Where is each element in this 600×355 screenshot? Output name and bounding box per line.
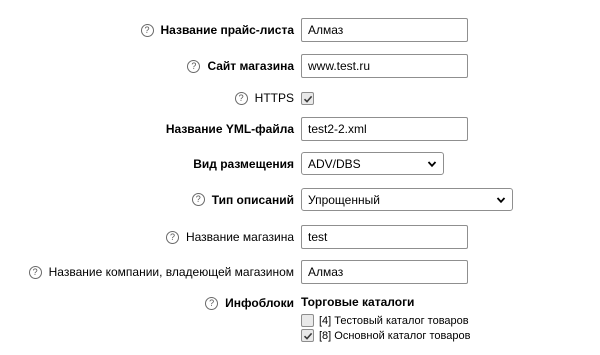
shop-name-input[interactable] [301, 225, 468, 249]
https-label: HTTPS [254, 91, 294, 105]
description-type-label-wrap: ? Тип описаний [191, 187, 294, 212]
help-icon[interactable]: ? [165, 230, 179, 244]
checkmark-icon [303, 332, 312, 340]
company-name-label-wrap: ? Название компании, владеющей магазином [28, 259, 294, 285]
company-name-input[interactable] [301, 260, 468, 284]
placement-type-row: Вид размещения ADV/DBS [0, 151, 600, 176]
iblocks-row: ? Инфоблоки Торговые каталоги [4] Тестов… [0, 295, 600, 347]
iblocks-label: Инфоблоки [225, 296, 294, 310]
price-list-name-input[interactable] [301, 18, 468, 42]
shop-name-row: ? Название магазина [0, 224, 600, 250]
help-icon[interactable]: ? [187, 59, 201, 73]
chevron-down-icon [427, 160, 437, 167]
shop-name-label-wrap: ? Название магазина [165, 224, 294, 250]
description-type-row: ? Тип описаний Упрощенный [0, 187, 600, 212]
iblocks-group-title: Торговые каталоги [301, 295, 415, 309]
placement-type-label-wrap: Вид размещения [193, 151, 294, 176]
company-name-label: Название компании, владеющей магазином [48, 265, 294, 279]
shop-site-label-wrap: ? Сайт магазина [187, 53, 294, 79]
price-list-name-row: ? Название прайс-листа [0, 17, 600, 43]
description-type-select[interactable]: Упрощенный [301, 188, 513, 211]
price-list-name-label-wrap: ? Название прайс-листа [140, 17, 295, 43]
checkmark-icon [303, 95, 312, 103]
iblocks-field: Торговые каталоги [4] Тестовый каталог т… [301, 295, 470, 342]
shop-site-input[interactable] [301, 54, 468, 78]
chevron-down-icon [496, 196, 506, 203]
https-label-wrap: ? HTTPS [234, 89, 294, 107]
placement-type-value: ADV/DBS [308, 156, 361, 171]
iblock-item-label: [8] Основной каталог товаров [319, 329, 471, 342]
help-icon[interactable]: ? [234, 91, 248, 105]
placement-type-select[interactable]: ADV/DBS [301, 152, 444, 175]
yml-file-name-row: Название YML-файла [0, 116, 600, 142]
https-checkbox[interactable] [301, 92, 314, 106]
iblock-item[interactable]: [4] Тестовый каталог товаров [301, 314, 470, 327]
iblocks-label-wrap: ? Инфоблоки [205, 295, 294, 311]
company-name-row: ? Название компании, владеющей магазином [0, 259, 600, 285]
help-icon[interactable]: ? [191, 193, 205, 206]
yml-file-name-input[interactable] [301, 117, 468, 141]
shop-site-label: Сайт магазина [207, 59, 294, 73]
shop-name-label: Название магазина [185, 230, 294, 244]
yml-file-name-label-wrap: Название YML-файла [166, 116, 294, 142]
iblock-checkbox[interactable] [301, 329, 314, 342]
shop-site-row: ? Сайт магазина [0, 53, 600, 79]
price-list-name-label: Название прайс-листа [160, 23, 295, 37]
help-icon[interactable]: ? [140, 23, 154, 37]
help-icon[interactable]: ? [205, 296, 219, 310]
iblock-checkbox[interactable] [301, 314, 314, 327]
description-type-value: Упрощенный [308, 192, 380, 207]
iblock-item-label: [4] Тестовый каталог товаров [319, 314, 469, 327]
yml-file-name-label: Название YML-файла [165, 122, 294, 136]
placement-type-label: Вид размещения [193, 156, 294, 171]
iblock-item[interactable]: [8] Основной каталог товаров [301, 329, 470, 342]
https-row: ? HTTPS [0, 89, 600, 107]
help-icon[interactable]: ? [28, 265, 42, 279]
description-type-label: Тип описаний [211, 192, 294, 207]
